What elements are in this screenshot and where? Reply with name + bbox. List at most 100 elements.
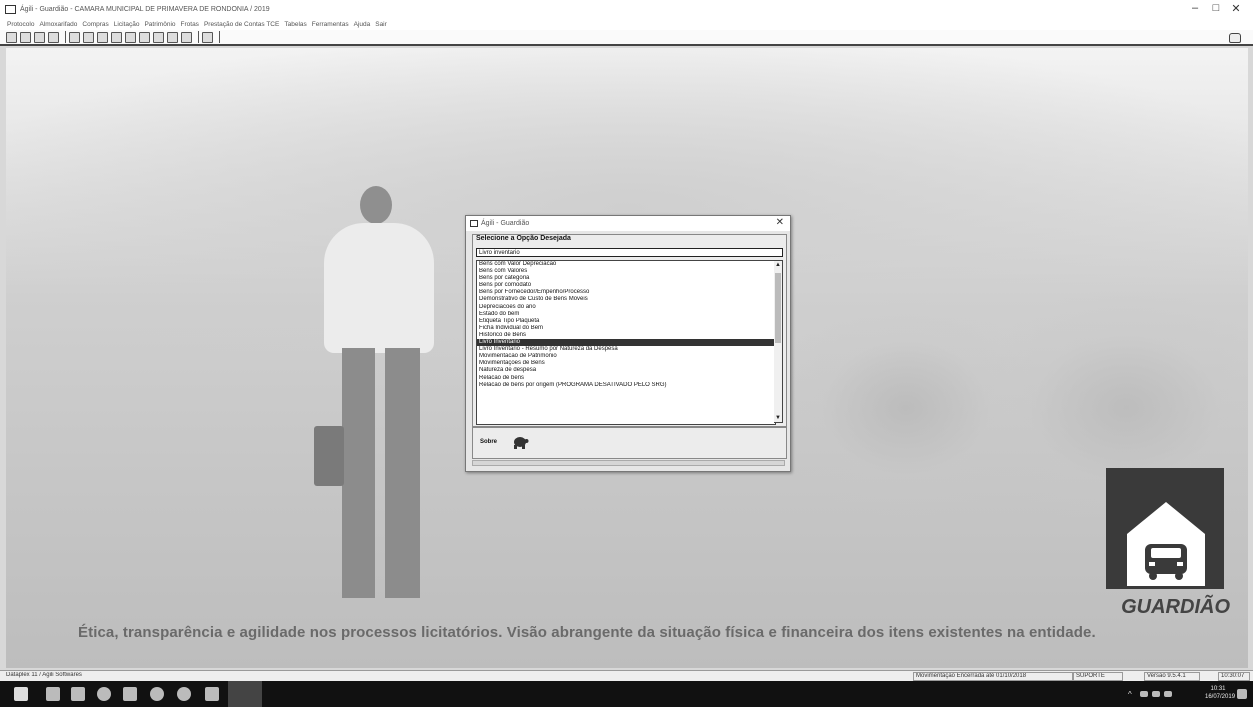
dialog-bottom-bar (472, 460, 785, 466)
taskbar-browser-icon[interactable] (150, 687, 164, 701)
table-icon[interactable] (125, 31, 136, 43)
power-icon[interactable] (20, 31, 31, 43)
minimize-button[interactable]: – (1185, 2, 1205, 14)
window-title: Ágili - Guardião - CAMARA MUNICIPAL DE P… (20, 5, 270, 13)
list-item[interactable]: Relacao de bens por origem (PROGRAMA DES… (477, 382, 775, 389)
logo-text: GUARDIÃO (1121, 596, 1230, 618)
list-item[interactable]: Movimentacao de Patrimonio (477, 353, 775, 360)
house-car-icon (1127, 502, 1205, 586)
toolbar-separator (198, 31, 199, 43)
dialog-app-icon (470, 220, 478, 227)
list-item[interactable]: Bens com Valor Depreciacao (477, 261, 775, 268)
about-label[interactable]: Sobre (480, 439, 497, 445)
check-icon[interactable] (48, 31, 59, 43)
truck-icon[interactable] (83, 31, 94, 43)
menu-patrimonio[interactable]: Patrimônio (144, 21, 175, 28)
toolbar-separator (219, 31, 220, 43)
background-figure-legs (342, 348, 420, 598)
menu-frotas[interactable]: Frotas (181, 21, 199, 28)
list-item[interactable]: Livro Inventario - Resumo por Natureza d… (477, 346, 775, 353)
menu-bar: Protocolo Almoxarifado Compras Licitação… (0, 18, 1253, 30)
title-bar: Ágili - Guardião - CAMARA MUNICIPAL DE P… (0, 0, 1253, 18)
turtle-icon[interactable] (511, 434, 529, 450)
menu-compras[interactable]: Compras (82, 21, 108, 28)
background-figure-body (324, 223, 434, 353)
status-clock: 10:30:07 (1218, 672, 1250, 681)
toolbar (0, 30, 1253, 46)
taskbar-clock[interactable]: 10:31 16/07/2019 (1205, 685, 1236, 701)
volume-icon[interactable] (1164, 691, 1172, 697)
scroll-up-icon[interactable]: ▲ (775, 262, 781, 268)
network-icon[interactable] (1140, 691, 1148, 697)
close-window-button[interactable]: ✕ (1226, 2, 1246, 15)
dialog-title: Ágili - Guardião (481, 220, 530, 227)
start-windows-icon[interactable] (14, 687, 28, 701)
toolbar-separator (65, 31, 66, 43)
users-icon[interactable] (139, 31, 150, 43)
tools-icon[interactable] (34, 31, 45, 43)
taskbar-active-app-icon[interactable] (228, 681, 262, 707)
taskbar-app-icon[interactable] (205, 687, 219, 701)
taskbar-mail-icon[interactable] (71, 687, 85, 701)
status-version: Versão 9.5.4.1 (1144, 672, 1200, 681)
list-item[interactable]: Etiqueta Tipo Plaqueta (477, 318, 775, 325)
list-item[interactable]: Bens com Valores (477, 268, 775, 275)
list-scrollbar[interactable]: ▲ ▼ (774, 260, 783, 423)
list-item[interactable]: Movimentações de Bens (477, 360, 775, 367)
option-search-input[interactable]: Livro inventario (476, 248, 783, 257)
tray-expand-icon[interactable]: ^ (1128, 690, 1132, 699)
cloud-icon[interactable] (1152, 691, 1160, 697)
menu-tabelas[interactable]: Tabelas (284, 21, 306, 28)
status-vendor: Dataplex 11 / Agili Softwares (6, 672, 82, 678)
scroll-down-icon[interactable]: ▼ (775, 415, 781, 421)
chart-icon[interactable] (167, 31, 178, 43)
list-item[interactable]: Depreciacoes do ano (477, 304, 775, 311)
menu-ferramentas[interactable]: Ferramentas (312, 21, 349, 28)
menu-protocolo[interactable]: Protocolo (7, 21, 34, 28)
status-user: SUPORTE (1073, 672, 1123, 681)
print-icon[interactable] (111, 31, 122, 43)
document-icon[interactable] (69, 31, 80, 43)
menu-almoxarifado[interactable]: Almoxarifado (39, 21, 77, 28)
taskbar-app-icon[interactable] (123, 687, 137, 701)
list-item[interactable]: Bens por categoria (477, 275, 775, 282)
taskbar-globe-icon[interactable] (177, 687, 191, 701)
report-icon[interactable] (97, 31, 108, 43)
background-figure (360, 186, 392, 224)
list-item[interactable]: Natureza de despesa (477, 367, 775, 374)
list-item[interactable]: Bens por Fornecedor/Empenho/Processo (477, 289, 775, 296)
list-item[interactable]: Relacao de bens (477, 375, 775, 382)
selection-panel: Selecione a Opção Desejada Livro inventa… (472, 234, 787, 427)
taskbar: ^ 10:31 16/07/2019 (0, 681, 1253, 707)
taskbar-date: 16/07/2019 (1205, 694, 1236, 700)
list-item[interactable]: Ficha Individual do Bem (477, 325, 775, 332)
menu-licitacao[interactable]: Licitação (114, 21, 140, 28)
app-icon (5, 4, 16, 14)
maximize-button[interactable]: □ (1206, 2, 1226, 14)
menu-ajuda[interactable]: Ajuda (354, 21, 371, 28)
selection-prompt: Selecione a Opção Desejada (476, 235, 571, 242)
list-item[interactable]: Historico de Bens (477, 332, 775, 339)
list-item[interactable]: Estado do bem (477, 311, 775, 318)
taskbar-app-icon[interactable] (46, 687, 60, 701)
list-item[interactable]: Demonstrativo de Custo de Bens Moveis (477, 296, 775, 303)
menu-prestacao-contas[interactable]: Prestação de Contas TCE (204, 21, 279, 28)
notifications-icon[interactable] (1237, 689, 1247, 699)
list-item[interactable]: Livro Inventario (477, 339, 775, 347)
options-listbox[interactable]: Bens com Valor Depreciacao Bens com Valor… (476, 260, 776, 425)
report-selection-dialog: Ágili - Guardião ✕ Selecione a Opção Des… (465, 215, 791, 472)
edit-icon[interactable] (181, 31, 192, 43)
settings-icon[interactable] (153, 31, 164, 43)
taskbar-chrome-icon[interactable] (97, 687, 111, 701)
list-item[interactable]: Bens por comodato (477, 282, 775, 289)
taskbar-time: 10:31 (1210, 686, 1226, 692)
menu-sair[interactable]: Sair (375, 21, 387, 28)
lock-icon[interactable] (1229, 33, 1241, 43)
tagline: Ética, transparência e agilidade nos pro… (78, 624, 1096, 641)
dialog-footer: Sobre (472, 427, 787, 459)
exit-icon[interactable] (202, 31, 213, 43)
calculator-icon[interactable] (6, 31, 17, 43)
dialog-close-button[interactable]: ✕ (776, 217, 784, 228)
scroll-thumb[interactable] (775, 273, 781, 343)
dialog-title-bar: Ágili - Guardião ✕ (466, 216, 790, 231)
